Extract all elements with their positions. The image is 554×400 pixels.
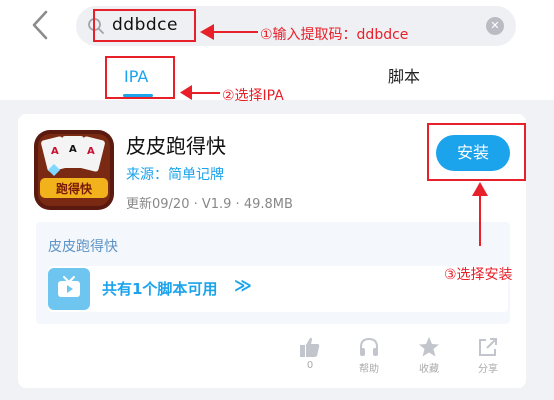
favorite-button[interactable]: 收藏 — [409, 336, 449, 380]
annotation-step3: ③选择安装 — [444, 267, 513, 283]
back-arrow-icon[interactable] — [26, 8, 56, 42]
annotation-box-ipa — [105, 56, 175, 99]
script-available-row[interactable]: 共有1个脚本可用 ≫ — [48, 266, 508, 312]
annotation-box-search — [93, 9, 196, 42]
svg-text:A: A — [87, 146, 95, 157]
annotation-arrowhead-3 — [472, 182, 488, 196]
app-icon-wordmark: 跑得快 — [56, 181, 93, 196]
annotation-step2: ②选择IPA — [222, 88, 284, 104]
app-source-link[interactable]: 来源：简单记牌 — [126, 164, 224, 184]
double-chevron-right-icon: ≫ — [234, 276, 252, 296]
share-button[interactable]: 分享 — [468, 336, 508, 380]
star-icon — [419, 337, 439, 357]
annotation-arrowhead-2 — [180, 85, 192, 100]
share-label: 分享 — [478, 364, 498, 375]
favorite-label: 收藏 — [419, 364, 439, 375]
help-button[interactable]: 帮助 — [349, 336, 389, 380]
app-meta: 更新09/20 · V1.9 · 49.8MB — [126, 197, 293, 212]
annotation-box-install — [427, 123, 526, 181]
headphones-icon — [360, 337, 378, 356]
share-icon — [479, 338, 497, 356]
app-name: 皮皮跑得快 — [126, 134, 226, 158]
annotation-arrow-line-2 — [190, 92, 220, 94]
svg-text:A: A — [69, 144, 77, 155]
annotation-arrow-line-1 — [210, 31, 258, 33]
script-section-title: 皮皮跑得快 — [48, 239, 118, 255]
tab-script[interactable]: 脚本 — [388, 66, 420, 88]
clear-icon[interactable]: ✕ — [486, 17, 504, 35]
script-count-text: 共有1个脚本可用 — [102, 280, 218, 298]
annotation-step1: ①输入提取码：ddbdce — [260, 27, 409, 43]
svg-text:A: A — [51, 146, 59, 157]
like-count: 0 — [306, 360, 314, 371]
help-label: 帮助 — [359, 364, 379, 375]
tv-icon — [48, 268, 90, 310]
annotation-arrowhead-1 — [200, 24, 214, 40]
app-icon[interactable]: A A A 跑得快 — [34, 130, 114, 210]
annotation-arrow-line-3 — [479, 192, 481, 246]
thumbs-up-icon — [300, 337, 320, 357]
like-button[interactable]: 0 — [290, 336, 330, 380]
